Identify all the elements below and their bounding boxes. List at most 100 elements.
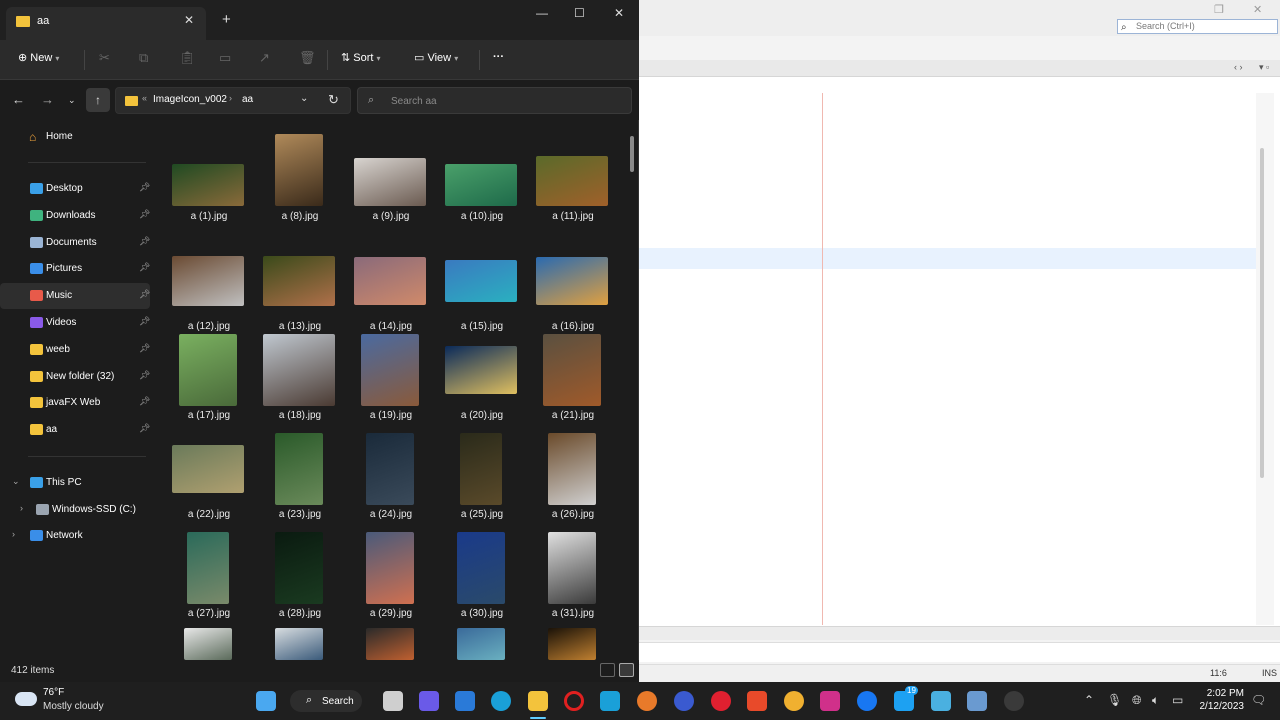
record-icon[interactable] [564, 691, 584, 711]
file-item[interactable] [436, 626, 526, 660]
file-item[interactable]: a (25).jpg [436, 428, 526, 525]
recent-locations-icon[interactable]: ⌄ [68, 95, 76, 106]
task-view-icon[interactable] [383, 691, 403, 711]
address-dropdown-icon[interactable]: ⌄ [300, 93, 308, 104]
address-bar[interactable]: « ImageIcon_v002 › aa ⌄ ↻ [115, 87, 351, 114]
delete-icon[interactable]: 🗑︎ [299, 50, 316, 66]
file-item[interactable]: a (12).jpg [163, 240, 253, 337]
file-item[interactable]: a (1).jpg [163, 122, 253, 222]
copy-icon[interactable]: ⧉ [139, 50, 148, 66]
up-arrow-icon[interactable]: ↑ [86, 88, 110, 112]
sidebar-item-home[interactable]: ⌂ Home [0, 124, 150, 150]
ide-restore-icon[interactable]: ❐ [1214, 3, 1224, 16]
file-item[interactable]: a (14).jpg [345, 240, 435, 337]
pin-icon[interactable]: 📌︎ [139, 423, 150, 434]
sidebar-item-pictures[interactable]: Pictures 📌︎ [0, 256, 150, 282]
opera-icon[interactable] [711, 691, 731, 711]
file-item[interactable]: a (21).jpg [527, 329, 617, 426]
chevron-down-icon[interactable]: ⌄ [12, 476, 20, 487]
back-arrow-icon[interactable]: ← [12, 92, 25, 107]
sidebar-item-aa[interactable]: aa 📌︎ [0, 417, 150, 443]
sidebar-item-this-pc[interactable]: ⌄ This PC [0, 470, 150, 496]
instagram-icon[interactable] [820, 691, 840, 711]
clock[interactable]: 2:02 PM 2/12/2023 [1196, 687, 1245, 713]
close-tab-icon[interactable]: ✕ [184, 13, 194, 27]
close-button[interactable]: ✕ [614, 6, 624, 20]
cube-app-icon[interactable] [967, 691, 987, 711]
view-button[interactable]: ▭ View ▾ [414, 51, 458, 64]
file-item[interactable]: a (24).jpg [345, 428, 435, 525]
refresh-icon[interactable]: ↻ [328, 92, 339, 108]
pin-icon[interactable]: 📌︎ [139, 209, 150, 220]
facebook-icon[interactable] [857, 691, 877, 711]
file-grid-scrollbar[interactable] [629, 134, 635, 658]
search-input[interactable]: ⌕ Search aa [357, 87, 632, 114]
file-item[interactable]: a (15).jpg [436, 240, 526, 337]
obs-icon[interactable] [1004, 691, 1024, 711]
sidebar-item-documents[interactable]: Documents 📌︎ [0, 230, 150, 256]
ide-scroll-thumb[interactable] [1260, 148, 1264, 478]
file-item[interactable]: a (11).jpg [527, 122, 617, 222]
sidebar-item-windows-ssd[interactable]: › Windows-SSD (C:) [0, 497, 150, 523]
file-item[interactable]: a (20).jpg [436, 329, 526, 426]
ide-tab-nav-icon[interactable]: ‹ › [1234, 62, 1243, 72]
pin-icon[interactable]: 📌︎ [139, 370, 150, 381]
tab-aa[interactable]: aa ✕ [6, 7, 206, 40]
sidebar-item-javafx-web[interactable]: javaFX Web 📌︎ [0, 390, 150, 416]
pin-icon[interactable]: 📌︎ [139, 396, 150, 407]
details-view-icon[interactable] [600, 663, 615, 677]
ide-tab-menu-icon[interactable]: ▾ ▫ [1259, 62, 1269, 73]
teams-chat-icon[interactable] [419, 691, 439, 711]
paste-icon[interactable]: 📋︎ [179, 50, 196, 66]
battery-icon[interactable]: ▭ [1172, 693, 1183, 707]
twitter-icon[interactable]: 19 [894, 686, 918, 711]
breadcrumb-imageicon[interactable]: ImageIcon_v002 [153, 94, 227, 105]
sidebar-item-new-folder-32[interactable]: New folder (32) 📌︎ [0, 364, 150, 390]
sidebar-item-music[interactable]: Music 📌︎ [0, 283, 150, 310]
speaker-icon[interactable]: 🔈︎ [1152, 693, 1159, 708]
firefox-icon[interactable] [637, 691, 657, 711]
file-item[interactable]: a (28).jpg [254, 527, 344, 624]
app-icon[interactable] [674, 691, 694, 711]
file-item[interactable]: a (30).jpg [436, 527, 526, 624]
thumbnail-view-icon[interactable] [619, 663, 634, 677]
notepad-icon[interactable] [931, 691, 951, 711]
ide-close-icon[interactable]: ✕ [1253, 3, 1262, 16]
file-item[interactable]: a (9).jpg [345, 122, 435, 222]
chevron-right-icon[interactable]: › [20, 503, 23, 513]
file-item[interactable]: a (19).jpg [345, 329, 435, 426]
scroll-thumb[interactable] [630, 136, 634, 172]
sidebar-item-videos[interactable]: Videos 📌︎ [0, 310, 150, 336]
edge-icon[interactable] [491, 691, 511, 711]
forward-arrow-icon[interactable]: → [41, 92, 54, 107]
sidebar-item-weeb[interactable]: weeb 📌︎ [0, 337, 150, 363]
file-item[interactable]: a (26).jpg [527, 428, 617, 525]
file-item[interactable]: a (27).jpg [163, 527, 253, 624]
l-app-icon[interactable] [600, 691, 620, 711]
start-icon[interactable] [256, 691, 276, 711]
file-item[interactable]: a (10).jpg [436, 122, 526, 222]
pin-icon[interactable]: 📌︎ [139, 236, 150, 247]
ide-search-input[interactable]: ⌕ Search (Ctrl+I) [1117, 19, 1278, 34]
maximize-button[interactable]: ☐ [574, 6, 585, 20]
pin-icon[interactable]: 📌︎ [139, 289, 150, 300]
microphone-icon[interactable]: 🎙︎ [1107, 693, 1122, 707]
cut-icon[interactable]: ✂ [99, 50, 110, 66]
minimize-button[interactable]: — [536, 6, 548, 20]
file-item[interactable] [527, 626, 617, 660]
pin-icon[interactable]: 📌︎ [139, 262, 150, 273]
taskbar-search-button[interactable]: ⌕ Search [290, 690, 362, 712]
pin-icon[interactable]: 📌︎ [139, 316, 150, 327]
notification-icon[interactable]: 🗨︎ [1251, 693, 1266, 707]
file-item[interactable] [254, 626, 344, 660]
new-button[interactable]: ⊕ New ▾ [18, 51, 59, 64]
file-item[interactable]: a (22).jpg [163, 428, 253, 525]
chevron-up-icon[interactable]: ⌃ [1084, 693, 1094, 707]
pin-icon[interactable]: 📌︎ [139, 182, 150, 193]
sidebar-item-desktop[interactable]: Desktop 📌︎ [0, 176, 150, 202]
sidebar-item-network[interactable]: › Network [0, 523, 150, 549]
file-item[interactable] [345, 626, 435, 660]
file-item[interactable]: a (8).jpg [254, 122, 344, 222]
breadcrumb-aa[interactable]: aa [242, 94, 253, 105]
sort-button[interactable]: ⇅ Sort ▾ [341, 51, 381, 64]
